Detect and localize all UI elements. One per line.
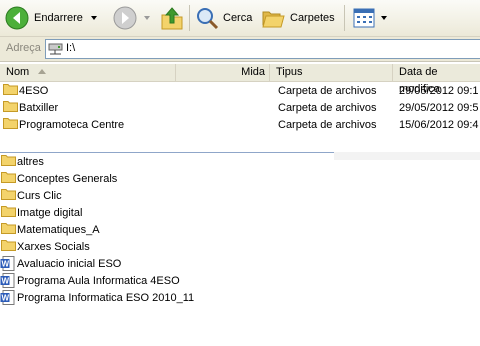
list-item[interactable]: Batxiller Carpeta de archivos 29/05/2012… [0,100,480,117]
scroll-gutter [334,152,480,160]
column-header-name[interactable]: Nom [0,64,176,81]
folder-icon [3,100,18,118]
svg-text:W: W [2,277,10,286]
folder-icon [1,239,16,257]
column-header-type-label: Tipus [276,66,303,78]
folder-icon [1,188,16,206]
file-name: altres [17,156,44,168]
up-folder-button[interactable] [160,4,184,31]
forward-dropdown-button[interactable] [143,4,151,31]
forward-button[interactable] [112,4,138,31]
toolbar-separator [344,5,345,31]
back-dropdown-button[interactable] [90,4,98,31]
back-button-label: Endarrere [34,11,83,24]
folder-icon [1,205,16,223]
search-button[interactable]: Cerca [195,4,252,31]
network-drive-icon [48,43,63,55]
file-type: Carpeta de archivos [278,102,377,114]
column-header: Nom Mida Tipus Data de modifica [0,64,480,95]
file-type: Carpeta de archivos [278,85,377,97]
address-label: Adreça [6,42,41,54]
folder-icon [1,222,16,240]
file-name: Imatge digital [17,207,83,219]
word-document-icon: W [0,290,15,311]
views-button[interactable] [352,4,388,31]
svg-text:W: W [2,294,10,303]
svg-text:W: W [2,260,10,269]
file-name: Curs Clic [17,190,62,202]
address-input[interactable]: I:\ [45,39,480,59]
folder-icon [1,171,16,189]
file-name: Matematiques_A [17,224,100,236]
address-value: I:\ [66,42,76,54]
folder-icon [3,117,18,135]
forward-arrow-icon [113,6,137,29]
file-name: Conceptes Generals [17,173,118,185]
address-bar: Adreça I:\ [0,37,480,62]
toolbar-separator [189,5,190,31]
file-name: Programa Aula Informatica 4ESO [17,275,180,287]
up-folder-icon [161,6,183,29]
file-name: 4ESO [19,85,49,97]
file-name: Programa Informatica ESO 2010_11 [17,292,195,304]
column-header-size[interactable]: Mida [176,64,270,81]
chevron-down-icon [381,15,387,20]
back-arrow-icon [5,6,29,29]
file-date: 29/05/2012 09:1 [399,85,479,97]
folders-button[interactable]: Carpetes [262,4,335,31]
file-name: Batxiller [19,102,59,114]
toolbar: Endarrere Cerca Carpetes [0,0,480,37]
back-button[interactable]: Endarrere [4,4,83,31]
file-name: Programoteca Centre [19,119,125,131]
folders-icon [262,11,285,27]
sort-ascending-icon [38,69,46,74]
search-icon [197,7,219,29]
file-date: 15/06/2012 09:4 [399,119,479,131]
search-button-label: Cerca [223,11,253,24]
file-name: Avaluacio inicial ESO [17,258,122,270]
file-type: Carpeta de archivos [278,119,377,131]
column-header-size-label: Mida [241,66,265,78]
file-name: Xarxes Socials [17,241,90,253]
column-header-date[interactable]: Data de modifica [393,64,480,95]
chevron-down-icon [144,15,150,20]
views-icon [353,8,375,27]
column-header-type[interactable]: Tipus [270,64,393,81]
list-item[interactable]: 4ESO Carpeta de archivos 29/05/2012 09:1 [0,83,480,100]
column-header-name-label: Nom [6,66,30,78]
file-date: 29/05/2012 09:5 [399,102,479,114]
folder-icon [1,154,16,172]
list-item[interactable]: Programoteca Centre Carpeta de archivos … [0,117,480,134]
divider [0,152,334,153]
folders-button-label: Carpetes [290,11,335,24]
chevron-down-icon [91,15,97,20]
folder-icon [3,83,18,101]
